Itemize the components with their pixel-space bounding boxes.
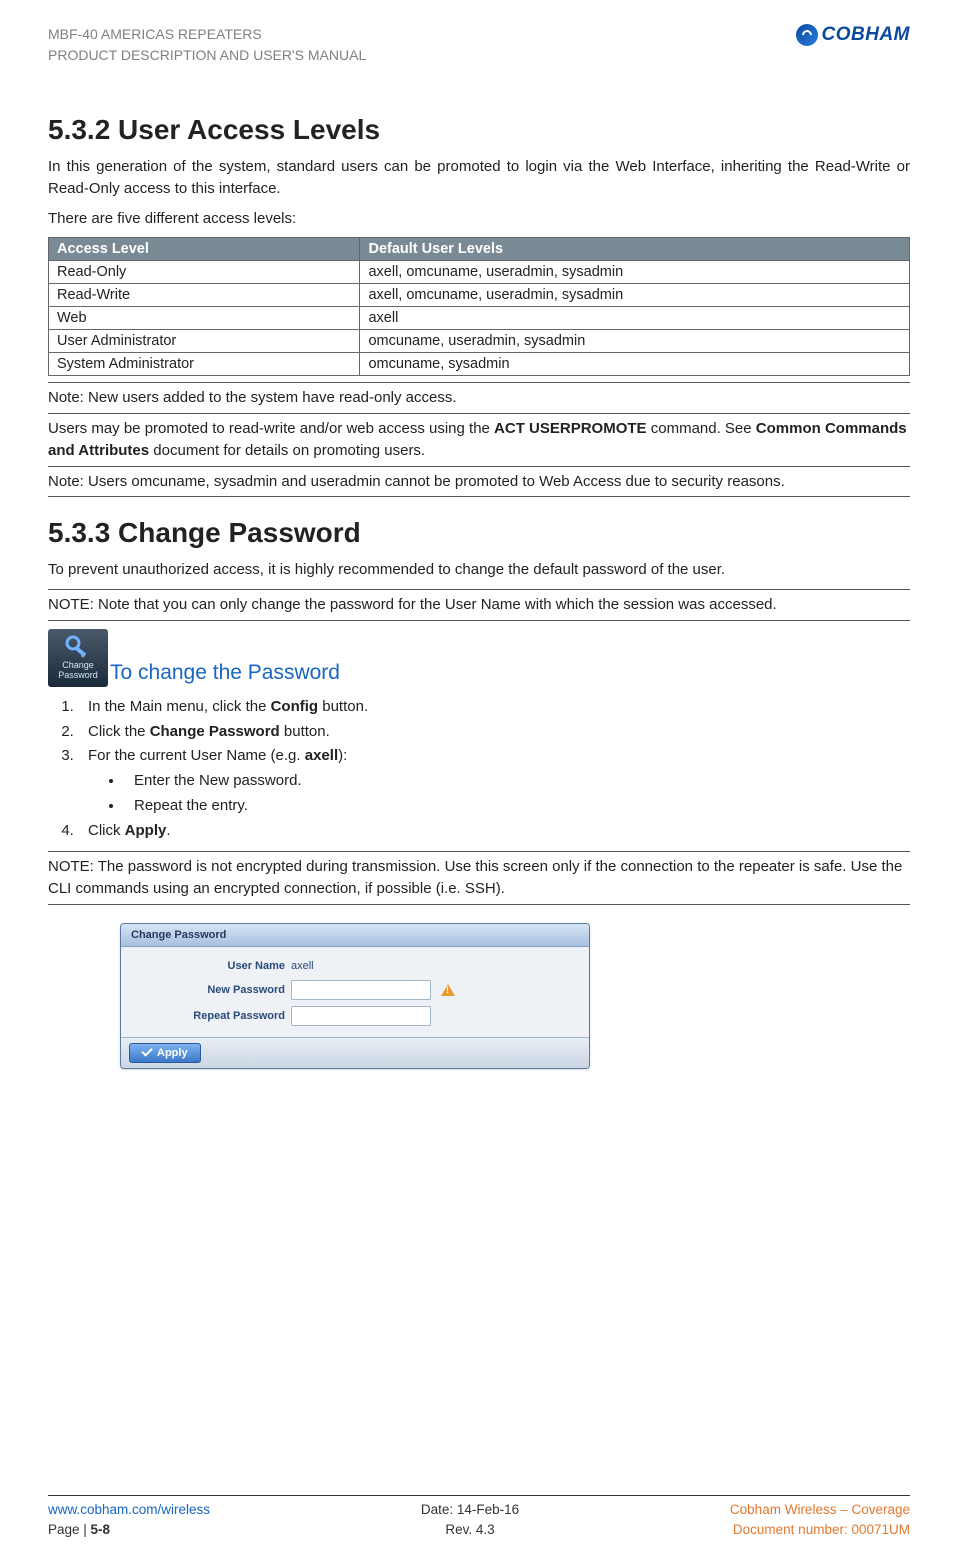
s1-note1: Note: New users added to the system have… <box>48 382 910 414</box>
cell: axell, omcuname, useradmin, sysadmin <box>360 261 910 284</box>
steps-list: In the Main menu, click the Config butto… <box>78 695 910 844</box>
note2-post: document for details on promoting users. <box>149 442 425 459</box>
label-repeat-password: Repeat Password <box>135 1010 285 1022</box>
input-new-password[interactable] <box>291 980 431 1000</box>
value-username: axell <box>291 958 314 974</box>
s2-note-a: NOTE: Note that you can only change the … <box>48 589 910 621</box>
section-heading-change-password: 5.3.3 Change Password <box>48 517 910 549</box>
step-text: ): <box>338 747 347 764</box>
s1-para2: There are five different access levels: <box>48 208 910 230</box>
note2-cmd: ACT USERPROMOTE <box>494 420 647 437</box>
step-2: Click the Change Password button. <box>78 720 910 745</box>
step-bold: axell <box>305 747 338 764</box>
checkmark-icon <box>141 1046 152 1057</box>
access-levels-table: Access Level Default User Levels Read-On… <box>48 237 910 376</box>
input-repeat-password[interactable] <box>291 1006 431 1026</box>
note2-mid: command. See <box>647 420 756 437</box>
footer-rev: Rev. 4.3 <box>421 1520 519 1540</box>
header-line1: MBF-40 AMERICAS REPEATERS <box>48 24 366 45</box>
footer-center: Date: 14-Feb-16 Rev. 4.3 <box>421 1500 519 1541</box>
bullet: Repeat the entry. <box>124 794 910 819</box>
step-bold: Config <box>271 698 318 715</box>
change-password-dialog: Change Password User Name axell New Pass… <box>120 923 590 1069</box>
s1-note2: Users may be promoted to read-write and/… <box>48 414 910 467</box>
change-password-subheading: Change Password To change the Password <box>48 629 910 687</box>
step-text: In the Main menu, click the <box>88 698 271 715</box>
table-row: Web axell <box>49 307 910 330</box>
cobham-logo: COBHAM <box>796 24 911 46</box>
icon-label-line2: Password <box>58 671 98 681</box>
form-row-username: User Name axell <box>121 955 589 977</box>
page-header: MBF-40 AMERICAS REPEATERS PRODUCT DESCRI… <box>48 0 910 74</box>
s1-note3: Note: Users omcuname, sysadmin and usera… <box>48 467 910 498</box>
footer-page-num: 5-8 <box>91 1522 111 1537</box>
label-username: User Name <box>135 960 285 972</box>
s2-note-b: NOTE: The password is not encrypted duri… <box>48 851 910 905</box>
warning-icon <box>441 984 455 996</box>
form-row-new-password: New Password <box>121 977 589 1003</box>
cell: axell, omcuname, useradmin, sysadmin <box>360 284 910 307</box>
apply-button-label: Apply <box>157 1047 188 1059</box>
header-line2: PRODUCT DESCRIPTION AND USER'S MANUAL <box>48 45 366 66</box>
footer-page: Page | 5-8 <box>48 1520 210 1540</box>
cell: omcuname, sysadmin <box>360 353 910 376</box>
dialog-body: User Name axell New Password Repeat Pass… <box>121 947 589 1037</box>
logo-mark-icon <box>796 24 818 46</box>
s1-para1: In this generation of the system, standa… <box>48 156 910 200</box>
change-password-key-icon: Change Password <box>48 629 108 687</box>
th-access-level: Access Level <box>49 238 360 261</box>
step-3: For the current User Name (e.g. axell): … <box>78 744 910 818</box>
footer-doc: Document number: 00071UM <box>730 1520 910 1540</box>
footer-left: www.cobham.com/wireless Page | 5-8 <box>48 1500 210 1541</box>
cell: axell <box>360 307 910 330</box>
label-new-password: New Password <box>135 984 285 996</box>
footer-date: Date: 14-Feb-16 <box>421 1500 519 1520</box>
step-bold: Apply <box>125 822 167 839</box>
step-text: Click <box>88 822 125 839</box>
form-row-repeat-password: Repeat Password <box>121 1003 589 1029</box>
cell: Read-Write <box>49 284 360 307</box>
footer-right: Cobham Wireless – Coverage Document numb… <box>730 1500 910 1541</box>
apply-button[interactable]: Apply <box>129 1043 201 1063</box>
cell: omcuname, useradmin, sysadmin <box>360 330 910 353</box>
step-text: . <box>166 822 170 839</box>
cell: User Administrator <box>49 330 360 353</box>
footer-brand: Cobham Wireless – Coverage <box>730 1500 910 1520</box>
cell: Web <box>49 307 360 330</box>
page-content: 5.3.2 User Access Levels In this generat… <box>48 74 910 1069</box>
table-row: User Administrator omcuname, useradmin, … <box>49 330 910 353</box>
page-footer: www.cobham.com/wireless Page | 5-8 Date:… <box>48 1495 910 1541</box>
table-row: Read-Write axell, omcuname, useradmin, s… <box>49 284 910 307</box>
dialog-footer: Apply <box>121 1037 589 1068</box>
cell: Read-Only <box>49 261 360 284</box>
step-text: button. <box>318 698 368 715</box>
section-heading-user-access-levels: 5.3.2 User Access Levels <box>48 114 910 146</box>
header-title-block: MBF-40 AMERICAS REPEATERS PRODUCT DESCRI… <box>48 24 366 66</box>
s2-para1: To prevent unauthorized access, it is hi… <box>48 559 910 581</box>
sub-heading-text: To change the Password <box>110 661 340 687</box>
logo-text: COBHAM <box>822 24 911 46</box>
cell: System Administrator <box>49 353 360 376</box>
footer-page-label: Page | <box>48 1522 91 1537</box>
table-row: Read-Only axell, omcuname, useradmin, sy… <box>49 261 910 284</box>
footer-url: www.cobham.com/wireless <box>48 1500 210 1520</box>
dialog-titlebar: Change Password <box>121 924 589 947</box>
step-4: Click Apply. <box>78 819 910 844</box>
table-header-row: Access Level Default User Levels <box>49 238 910 261</box>
step-bold: Change Password <box>150 723 280 740</box>
step-1: In the Main menu, click the Config butto… <box>78 695 910 720</box>
th-default-users: Default User Levels <box>360 238 910 261</box>
step-text: Click the <box>88 723 150 740</box>
step-text: For the current User Name (e.g. <box>88 747 305 764</box>
bullet: Enter the New password. <box>124 769 910 794</box>
step-text: button. <box>280 723 330 740</box>
note2-pre: Users may be promoted to read-write and/… <box>48 420 494 437</box>
sub-list: Enter the New password. Repeat the entry… <box>124 769 910 819</box>
table-row: System Administrator omcuname, sysadmin <box>49 353 910 376</box>
